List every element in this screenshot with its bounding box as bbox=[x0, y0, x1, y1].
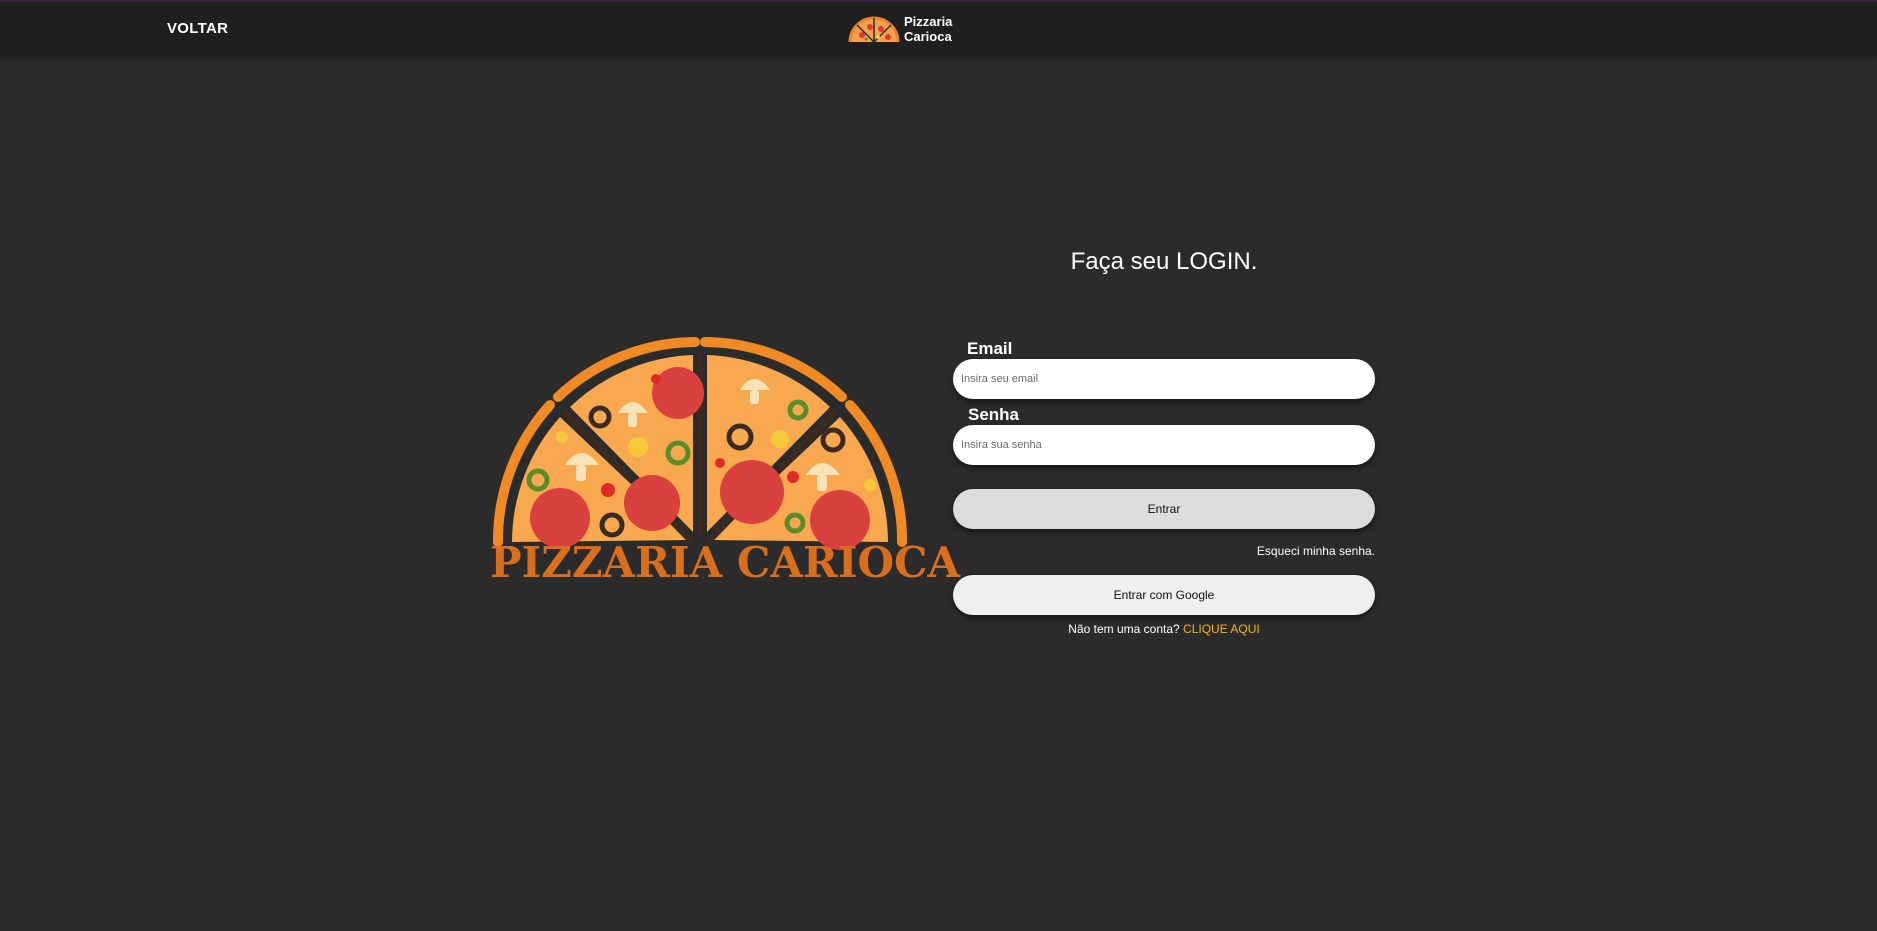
brand-logo[interactable]: Pizzaria Carioca bbox=[848, 14, 956, 44]
password-field[interactable] bbox=[953, 425, 1375, 465]
signup-prompt-row: Não tem uma conta? CLIQUE AQUI bbox=[953, 622, 1375, 636]
email-label: Email bbox=[967, 339, 1013, 358]
login-title: Faça seu LOGIN. bbox=[1070, 248, 1258, 275]
email-field[interactable] bbox=[953, 359, 1375, 399]
signup-link[interactable]: CLIQUE AQUI bbox=[1183, 622, 1260, 636]
google-login-button[interactable]: Entrar com Google bbox=[953, 575, 1375, 615]
password-label: Senha bbox=[968, 405, 1020, 424]
brand-name-line2: Carioca bbox=[904, 29, 952, 44]
top-navigation-bar: VOLTAR Pizzaria Carioca bbox=[0, 0, 1877, 56]
brand-name-line1: Pizzaria bbox=[904, 14, 953, 29]
hero-wordmark: PIZZARIA CARIOCA bbox=[490, 538, 961, 587]
forgot-password-link[interactable]: Esqueci minha senha. bbox=[953, 544, 1375, 558]
brand-name: Pizzaria Carioca bbox=[904, 14, 956, 44]
login-button[interactable]: Entrar bbox=[953, 489, 1375, 529]
signup-prompt: Não tem uma conta? bbox=[1068, 622, 1180, 636]
back-link[interactable]: VOLTAR bbox=[167, 20, 228, 37]
pizza-logo-icon bbox=[848, 16, 900, 43]
